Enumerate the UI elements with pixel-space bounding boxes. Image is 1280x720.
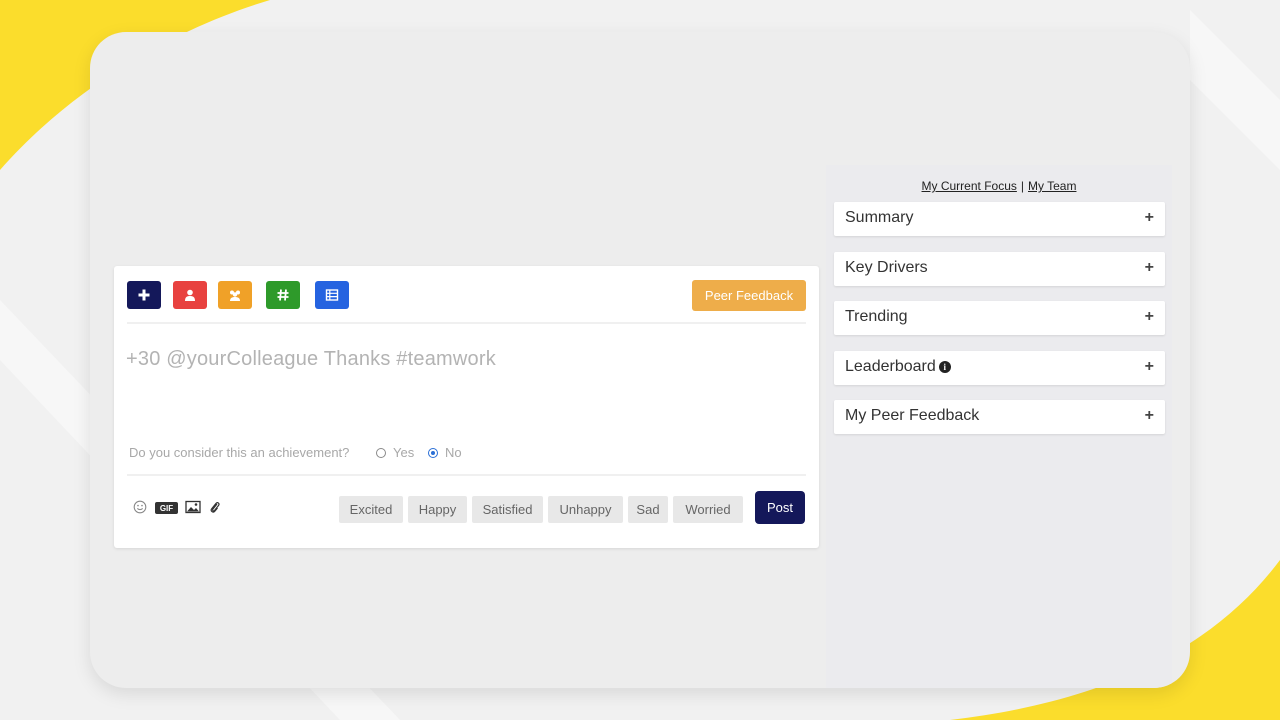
plus-icon bbox=[138, 289, 150, 301]
group-button[interactable] bbox=[218, 281, 252, 309]
radio-no-label: No bbox=[445, 445, 462, 460]
expand-icon[interactable]: + bbox=[1145, 407, 1154, 425]
panel-trending[interactable]: Trending + bbox=[834, 301, 1165, 335]
radio-yes-label: Yes bbox=[393, 445, 415, 460]
panel-title: Summary bbox=[845, 209, 914, 226]
panel-leaderboard[interactable]: Leaderboard i + bbox=[834, 351, 1165, 385]
radio-no[interactable] bbox=[428, 448, 438, 458]
add-button[interactable] bbox=[127, 281, 161, 309]
mood-worried[interactable]: Worried bbox=[673, 496, 743, 523]
panel-title: Leaderboard i bbox=[845, 358, 951, 376]
post-button[interactable]: Post bbox=[755, 491, 805, 524]
bottom-divider bbox=[127, 474, 806, 476]
smiley-icon bbox=[133, 500, 147, 514]
mood-satisfied[interactable]: Satisfied bbox=[472, 496, 543, 523]
radio-yes[interactable] bbox=[376, 448, 386, 458]
user-icon bbox=[185, 289, 195, 301]
panel-title-text: Leaderboard bbox=[845, 358, 936, 375]
toolbar-divider bbox=[127, 322, 806, 324]
app-window: Peer Feedback +30 @yourColleague Thanks … bbox=[90, 32, 1190, 688]
panel-key-drivers[interactable]: Key Drivers + bbox=[834, 252, 1165, 286]
user-button[interactable] bbox=[173, 281, 207, 309]
info-icon[interactable]: i bbox=[938, 361, 951, 373]
my-current-focus-link[interactable]: My Current Focus bbox=[922, 179, 1017, 193]
panel-my-peer-feedback[interactable]: My Peer Feedback + bbox=[834, 400, 1165, 434]
mood-happy[interactable]: Happy bbox=[408, 496, 467, 523]
post-composer: Peer Feedback +30 @yourColleague Thanks … bbox=[114, 266, 819, 548]
expand-icon[interactable]: + bbox=[1145, 308, 1154, 326]
expand-icon[interactable]: + bbox=[1145, 209, 1154, 227]
mood-sad[interactable]: Sad bbox=[628, 496, 668, 523]
panel-summary[interactable]: Summary + bbox=[834, 202, 1165, 236]
gif-button[interactable]: GIF bbox=[155, 502, 178, 514]
list-icon bbox=[325, 289, 339, 301]
peer-feedback-button[interactable]: Peer Feedback bbox=[692, 280, 806, 311]
expand-icon[interactable]: + bbox=[1145, 358, 1154, 376]
link-separator: | bbox=[1020, 179, 1024, 193]
mood-unhappy[interactable]: Unhappy bbox=[548, 496, 623, 523]
group-icon bbox=[230, 290, 240, 301]
my-team-link[interactable]: My Team bbox=[1028, 179, 1076, 193]
hashtag-icon bbox=[277, 289, 289, 301]
gif-icon: GIF bbox=[159, 503, 174, 513]
panel-title: Key Drivers bbox=[845, 259, 928, 276]
post-input[interactable]: +30 @yourColleague Thanks #teamwork bbox=[126, 348, 496, 371]
emoji-button[interactable] bbox=[133, 500, 147, 514]
image-icon bbox=[185, 500, 201, 514]
list-button[interactable] bbox=[315, 281, 349, 309]
image-button[interactable] bbox=[185, 500, 201, 514]
focus-links: My Current Focus | My Team bbox=[826, 179, 1172, 193]
achievement-question: Do you consider this an achievement? bbox=[129, 445, 350, 460]
expand-icon[interactable]: + bbox=[1145, 259, 1154, 277]
hashtag-button[interactable] bbox=[266, 281, 300, 309]
mood-excited[interactable]: Excited bbox=[339, 496, 403, 523]
paperclip-icon bbox=[210, 502, 220, 513]
attach-button[interactable] bbox=[209, 500, 221, 514]
panel-title: My Peer Feedback bbox=[845, 407, 980, 424]
right-sidebar: My Current Focus | My Team Summary + Key D… bbox=[826, 165, 1172, 688]
panel-title: Trending bbox=[845, 308, 908, 325]
